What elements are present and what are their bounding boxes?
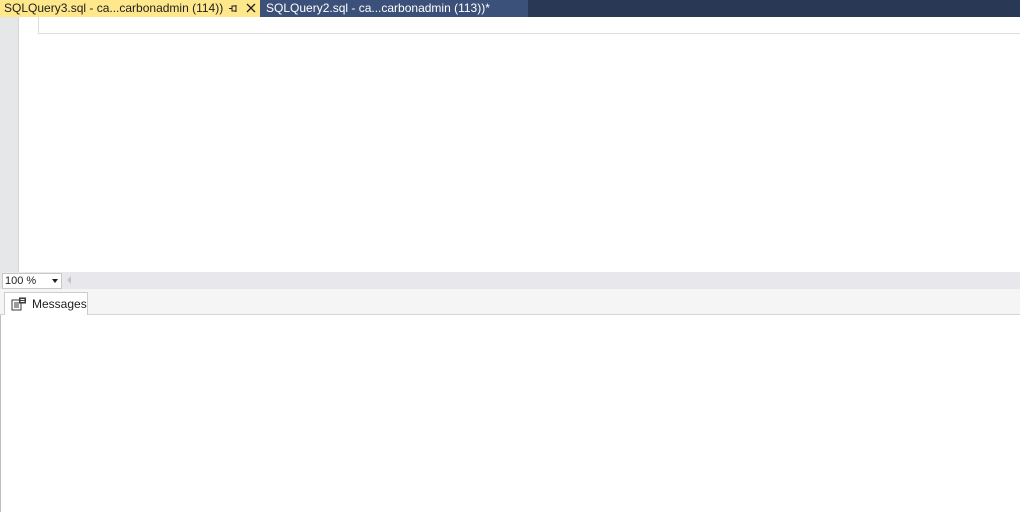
editor-gutter [0, 17, 19, 272]
tab-messages[interactable]: Messages [4, 292, 88, 316]
tab-sqlquery2[interactable]: SQLQuery2.sql - ca...carbonadmin (113))* [260, 0, 528, 17]
chevron-down-icon [52, 279, 58, 283]
pin-icon[interactable] [227, 0, 239, 17]
document-tab-strip: SQLQuery3.sql - ca...carbonadmin (114)) … [0, 0, 1020, 17]
tab-sqlquery3-label: SQLQuery3.sql - ca...carbonadmin (114)) [4, 1, 224, 15]
results-tab-bar: Messages [0, 289, 1020, 316]
zoom-value: 100 % [5, 275, 37, 287]
messages-tab-label: Messages [32, 297, 87, 311]
editor-current-line[interactable] [38, 17, 1020, 34]
zoom-dropdown[interactable]: 100 % [2, 273, 62, 289]
editor-status-bar: 100 % [0, 272, 1020, 289]
tab-sqlquery3[interactable]: SQLQuery3.sql - ca...carbonadmin (114)) [0, 0, 260, 17]
close-icon[interactable] [245, 2, 257, 14]
query-editor[interactable] [0, 17, 1020, 272]
scroll-left-arrow-icon[interactable] [67, 276, 71, 284]
messages-output[interactable] [0, 315, 1020, 512]
tab-sqlquery2-label: SQLQuery2.sql - ca...carbonadmin (113))* [266, 1, 490, 15]
messages-icon [11, 297, 26, 311]
